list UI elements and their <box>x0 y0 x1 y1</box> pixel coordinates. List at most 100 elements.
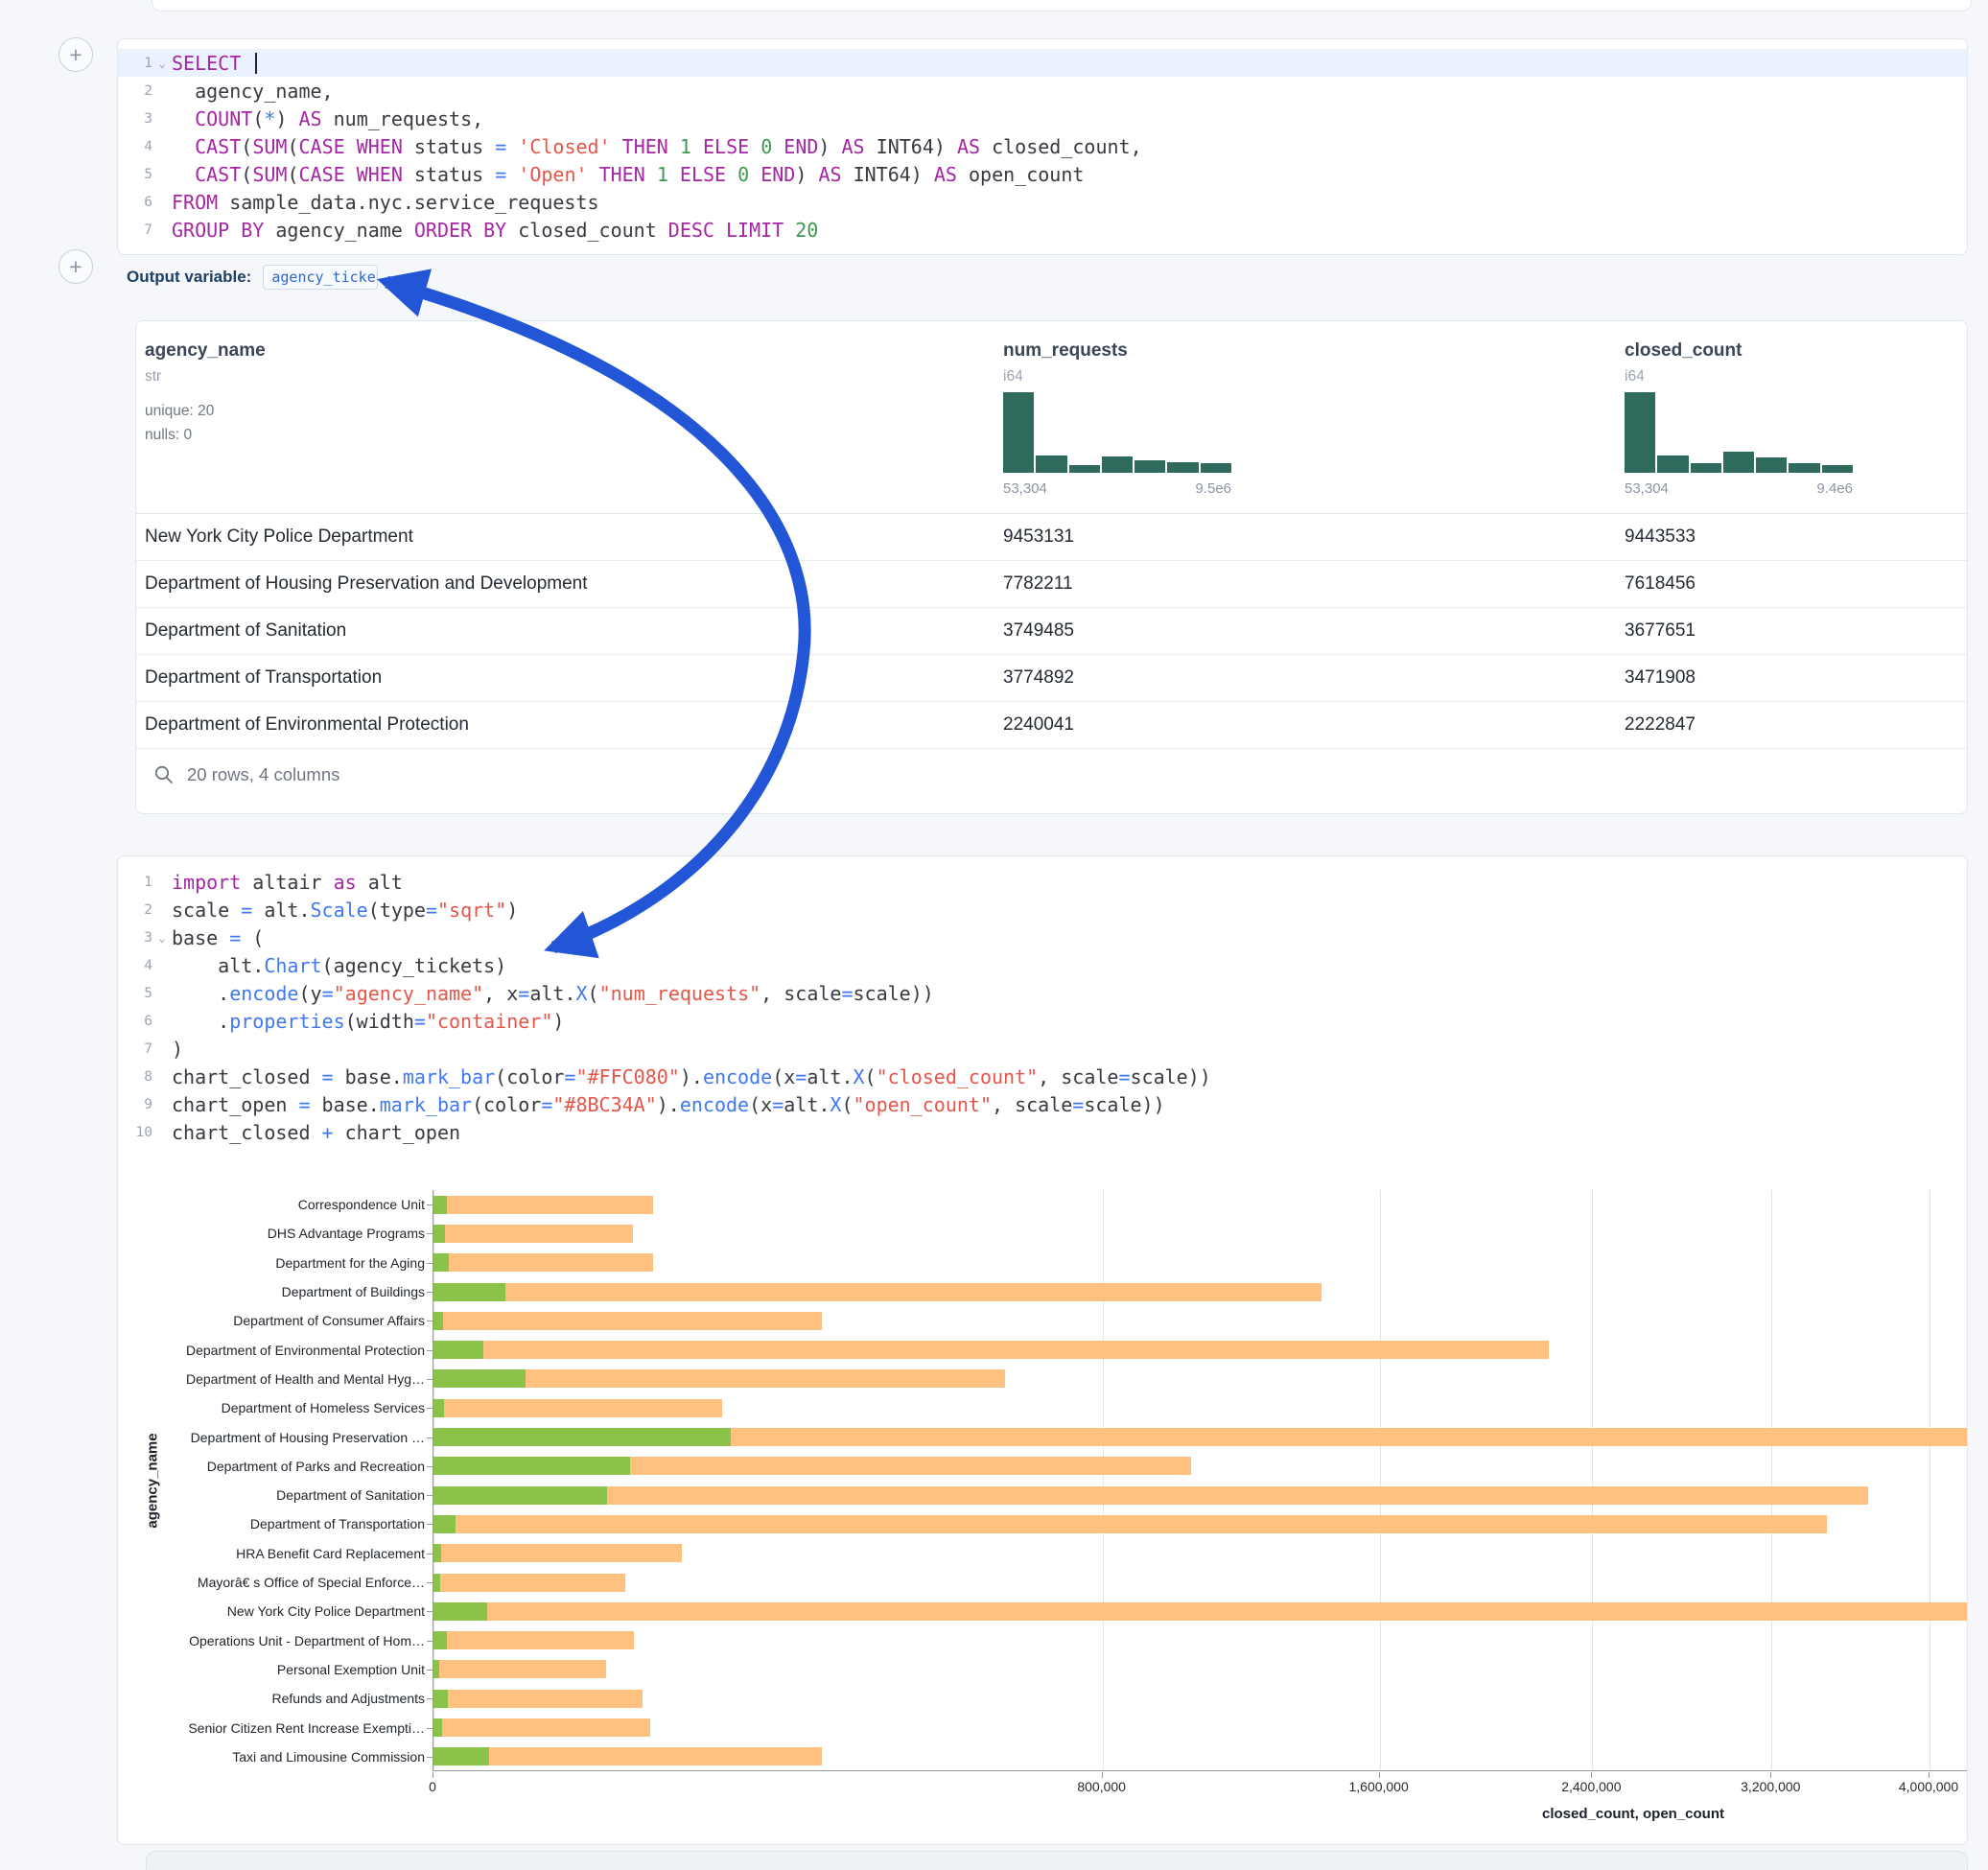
closed_count-bar <box>433 1399 722 1417</box>
code-text: FROM sample_data.nyc.service_requests <box>172 191 599 214</box>
table-row: Department of Transportation377489234719… <box>136 655 1967 702</box>
sql-cell[interactable]: 1⌄SELECT 2 agency_name,3 COUNT(*) AS num… <box>117 38 1968 255</box>
open_count-bar <box>433 1196 447 1214</box>
column-name: num_requests <box>1003 340 1616 362</box>
code-text: .properties(width="container") <box>172 1010 564 1033</box>
gridline <box>1771 1190 1772 1770</box>
add-cell-button-top[interactable]: + <box>58 37 93 72</box>
line-number: 5 <box>118 167 152 182</box>
code-line[interactable]: 9 chart_open = base.mark_bar(color="#8BC3… <box>118 1090 1967 1118</box>
closed_count-bar <box>433 1486 1868 1505</box>
y-axis-label: Department of Parks and Recreation <box>207 1459 425 1474</box>
sql-editor[interactable]: 1⌄SELECT 2 agency_name,3 COUNT(*) AS num… <box>118 39 1967 244</box>
y-axis-title: agency_name <box>145 1433 161 1528</box>
table-body: New York City Police Department945313194… <box>136 514 1967 749</box>
closed_count-bar <box>433 1253 653 1272</box>
code-line[interactable]: 2 agency_name, <box>118 77 1967 105</box>
code-line[interactable]: 10chart_closed + chart_open <box>118 1118 1967 1146</box>
search-icon[interactable] <box>153 764 175 785</box>
previous-cell-edge <box>152 0 1972 12</box>
line-number: 5 <box>118 986 152 1001</box>
closed_count-bar <box>433 1283 1321 1301</box>
code-line[interactable]: 5 .encode(y="agency_name", x=alt.X("num_… <box>118 979 1967 1007</box>
x-axis-title: closed_count, open_count <box>1542 1806 1724 1822</box>
y-axis-label: Department of Transportation <box>250 1516 425 1531</box>
column-header[interactable]: closed_counti6453,3049.4e6 <box>1616 321 1967 513</box>
code-text: CAST(SUM(CASE WHEN status = 'Open' THEN … <box>172 163 1084 186</box>
code-line[interactable]: 1import altair as alt <box>118 868 1967 896</box>
histogram-bar <box>1102 456 1133 473</box>
y-axis-label: Correspondence Unit <box>298 1197 425 1212</box>
fold-chevron-icon[interactable]: ⌄ <box>152 931 172 945</box>
table-row: Department of Sanitation37494853677651 <box>136 608 1967 655</box>
histogram-bar <box>1657 456 1688 473</box>
code-text: alt.Chart(agency_tickets) <box>172 954 506 977</box>
table-cell: 9443533 <box>1616 526 1967 548</box>
code-line[interactable]: 5 CAST(SUM(CASE WHEN status = 'Open' THE… <box>118 160 1967 188</box>
column-header[interactable]: num_requestsi6453,3049.5e6 <box>994 321 1616 513</box>
closed_count-bar <box>433 1515 1827 1533</box>
column-type: str <box>145 368 994 386</box>
open_count-bar <box>433 1690 448 1708</box>
next-cell-edge <box>146 1851 1968 1870</box>
y-axis-tick <box>427 1263 433 1264</box>
line-number: 6 <box>118 195 152 210</box>
y-axis-tick <box>427 1582 433 1583</box>
open_count-bar <box>433 1312 443 1330</box>
column-histogram <box>1003 392 1231 473</box>
code-line[interactable]: 8chart_closed = base.mark_bar(color="#FF… <box>118 1063 1967 1090</box>
x-axis-label: 3,200,000 <box>1741 1779 1800 1794</box>
code-line[interactable]: 6 FROM sample_data.nyc.service_requests <box>118 188 1967 216</box>
code-line[interactable]: 4 alt.Chart(agency_tickets) <box>118 951 1967 979</box>
python-cell[interactable]: 1import altair as alt2scale = alt.Scale(… <box>117 855 1968 1845</box>
add-cell-button-middle[interactable]: + <box>58 249 93 284</box>
y-axis-label: Senior Citizen Rent Increase Exempti… <box>188 1720 425 1736</box>
table-cell: New York City Police Department <box>136 526 994 548</box>
table-row: Department of Housing Preservation and D… <box>136 561 1967 608</box>
y-axis-tick <box>427 1495 433 1496</box>
y-axis-label: Department of Environmental Protection <box>186 1343 425 1358</box>
code-line[interactable]: 2scale = alt.Scale(type="sqrt") <box>118 896 1967 923</box>
column-header[interactable]: agency_namestrunique: 20nulls: 0 <box>136 321 994 513</box>
python-editor[interactable]: 1import altair as alt2scale = alt.Scale(… <box>118 856 1967 1146</box>
table-cell: 3774892 <box>994 667 1616 689</box>
code-line[interactable]: 1⌄SELECT <box>118 49 1967 77</box>
code-line[interactable]: 7) <box>118 1035 1967 1063</box>
y-axis-tick <box>427 1757 433 1758</box>
code-line[interactable]: 4 CAST(SUM(CASE WHEN status = 'Closed' T… <box>118 132 1967 160</box>
code-text: ) <box>172 1038 183 1061</box>
y-axis-label: Department of Sanitation <box>276 1487 425 1503</box>
column-type: i64 <box>1003 368 1616 386</box>
fold-chevron-icon[interactable]: ⌄ <box>152 57 172 70</box>
gridline <box>1380 1190 1381 1770</box>
code-text: chart_closed + chart_open <box>172 1121 460 1144</box>
closed_count-bar <box>433 1747 822 1765</box>
open_count-bar <box>433 1457 630 1475</box>
output-variable-chip[interactable]: agency_tickets <box>263 265 378 290</box>
code-line[interactable]: 7GROUP BY agency_name ORDER BY closed_co… <box>118 216 1967 244</box>
code-text: chart_open = base.mark_bar(color="#8BC34… <box>172 1093 1165 1116</box>
line-number: 9 <box>118 1097 152 1112</box>
code-text: scale = alt.Scale(type="sqrt") <box>172 899 518 922</box>
y-axis-label: HRA Benefit Card Replacement <box>236 1546 425 1561</box>
line-number: 4 <box>118 139 152 154</box>
code-line[interactable]: 3 COUNT(*) AS num_requests, <box>118 105 1967 132</box>
x-axis-label: 4,000,000 <box>1899 1779 1958 1794</box>
table-row-count: 20 rows, 4 columns <box>187 764 339 785</box>
y-axis-label: New York City Police Department <box>227 1603 425 1619</box>
y-axis-label: Department of Homeless Services <box>222 1400 425 1415</box>
code-line[interactable]: 6 .properties(width="container") <box>118 1007 1967 1035</box>
open_count-bar <box>433 1428 731 1446</box>
code-line[interactable]: 3⌄base = ( <box>118 923 1967 951</box>
x-axis-tick <box>1102 1772 1103 1778</box>
closed_count-bar <box>433 1341 1549 1359</box>
open_count-bar <box>433 1631 447 1649</box>
table-cell: 7782211 <box>994 573 1616 595</box>
column-stat: unique: 20 <box>145 403 994 420</box>
open_count-bar <box>433 1225 445 1243</box>
histogram-bar <box>1723 452 1754 473</box>
line-number: 2 <box>118 83 152 99</box>
histogram-bar <box>1789 463 1819 473</box>
histogram-bar <box>1069 465 1100 473</box>
closed_count-bar <box>433 1196 653 1214</box>
